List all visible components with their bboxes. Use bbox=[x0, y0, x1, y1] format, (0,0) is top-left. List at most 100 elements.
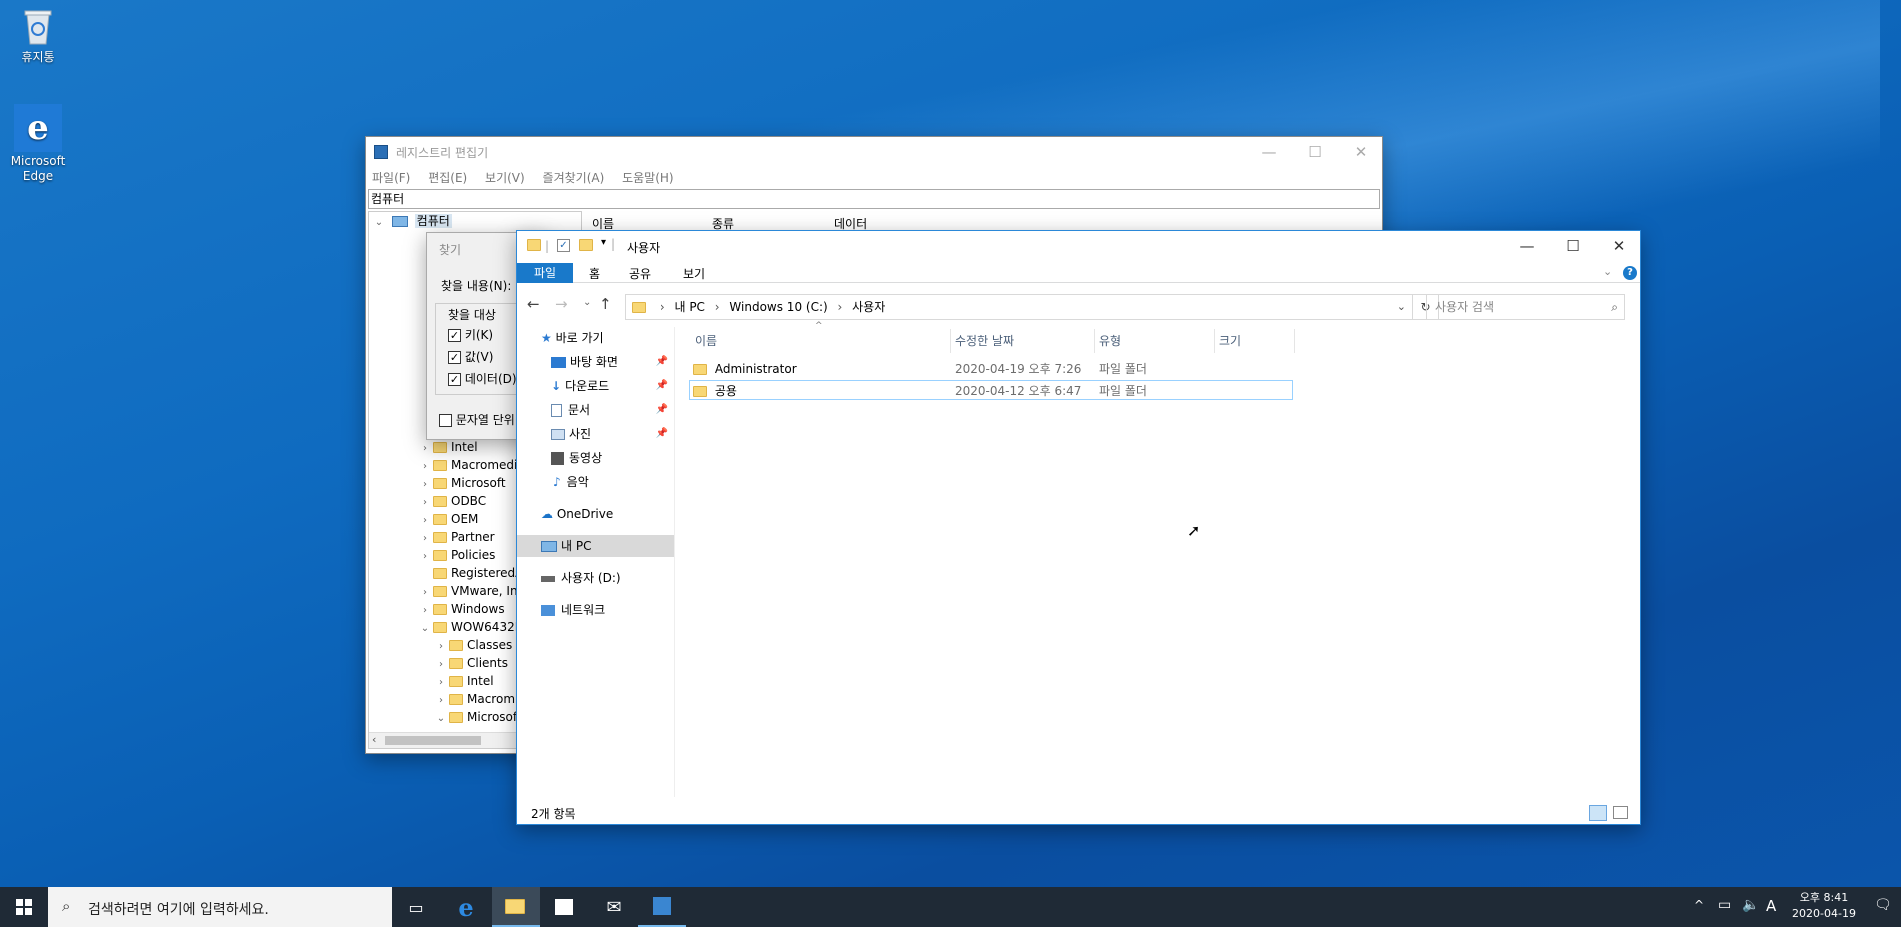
regedit-address-bar[interactable]: 컴퓨터 bbox=[368, 189, 1380, 209]
regedit-tree-root[interactable]: ⌄ 컴퓨터 bbox=[369, 212, 581, 230]
explorer-maximize-button[interactable]: ☐ bbox=[1550, 231, 1596, 261]
recycle-bin-icon bbox=[20, 6, 56, 46]
input-method-indicator[interactable]: A bbox=[1766, 897, 1776, 915]
address-dropdown-icon[interactable]: ⌄ bbox=[1397, 295, 1406, 319]
ribbon-tab-view[interactable]: 보기 bbox=[683, 265, 705, 282]
computer-icon bbox=[391, 216, 408, 227]
column-header-name[interactable]: 이름 bbox=[691, 329, 951, 353]
notification-icon[interactable]: 🗨 bbox=[1874, 897, 1892, 913]
navigation-bar: ← → ⌄ ↑ › 내 PC › Windows 10 (C:) › 사용자 ⌄… bbox=[517, 291, 1640, 321]
nav-music[interactable]: ♪ 음악 bbox=[517, 471, 674, 493]
nav-onedrive[interactable]: ☁ OneDrive bbox=[517, 503, 674, 525]
nav-drive-d[interactable]: 사용자 (D:) bbox=[517, 567, 674, 589]
regedit-close-button[interactable]: ✕ bbox=[1338, 137, 1384, 167]
scroll-left-icon[interactable]: ‹ bbox=[372, 733, 376, 746]
taskbar-search-box[interactable]: ⌕ 검색하려면 여기에 입력하세요. bbox=[48, 887, 392, 927]
tray-overflow-icon[interactable]: ^ bbox=[1694, 898, 1704, 912]
qat-dropdown-icon[interactable]: ▾ bbox=[601, 237, 606, 248]
folder-icon bbox=[449, 694, 463, 705]
desktop-icon-recycle-bin[interactable]: 휴지통 bbox=[0, 6, 76, 65]
explorer-minimize-button[interactable]: — bbox=[1504, 231, 1550, 261]
nav-quick-access[interactable]: ★ 바로 가기 bbox=[517, 327, 674, 349]
find-what-label: 찾을 내용(N): bbox=[441, 279, 512, 293]
option-values[interactable]: ✓ 값(V) bbox=[448, 348, 493, 365]
checkbox-checked-icon[interactable]: ✓ bbox=[448, 373, 461, 386]
regedit-maximize-button[interactable]: ☐ bbox=[1292, 137, 1338, 167]
ribbon-tab-share[interactable]: 공유 bbox=[629, 265, 651, 282]
forward-arrow-icon[interactable]: → bbox=[555, 295, 568, 313]
folder-icon bbox=[693, 364, 707, 375]
ribbon-expand-icon[interactable]: ⌄ bbox=[1603, 265, 1612, 278]
properties-check-icon[interactable]: ✓ bbox=[557, 239, 570, 252]
network-tray-icon[interactable]: ▭ bbox=[1718, 897, 1731, 913]
regedit-menu-file[interactable]: 파일(F) bbox=[372, 171, 410, 185]
nav-this-pc[interactable]: 내 PC bbox=[517, 535, 674, 557]
desktop-icon bbox=[551, 357, 566, 368]
up-arrow-icon[interactable]: ↑ bbox=[599, 295, 612, 313]
star-icon: ★ bbox=[541, 331, 552, 345]
regedit-minimize-button[interactable]: — bbox=[1246, 137, 1292, 167]
large-icons-view-icon[interactable] bbox=[1613, 806, 1628, 819]
regedit-menu-help[interactable]: 도움말(H) bbox=[622, 171, 674, 185]
network-icon bbox=[541, 605, 555, 616]
ribbon-tab-file[interactable]: 파일 bbox=[517, 263, 573, 283]
clock[interactable]: 오후 8:41 2020-04-19 bbox=[1788, 890, 1860, 922]
folder-icon bbox=[433, 550, 447, 561]
file-row[interactable]: 공용 2020-04-12 오후 6:47 파일 폴더 bbox=[689, 380, 1293, 400]
explorer-window[interactable]: | ✓ ▾ | 사용자 — ☐ ✕ 파일 홈 공유 보기 ⌄ ? ← → ⌄ ↑… bbox=[516, 230, 1641, 825]
breadcrumb-this-pc[interactable]: 내 PC bbox=[674, 300, 704, 314]
document-icon bbox=[551, 404, 562, 417]
regedit-title: 레지스트리 편집기 bbox=[396, 146, 489, 160]
nav-desktop[interactable]: 바탕 화면 📌 bbox=[517, 351, 674, 373]
desktop-icon-edge[interactable]: e Microsoft Edge bbox=[0, 104, 76, 184]
explorer-titlebar[interactable]: | ✓ ▾ | 사용자 — ☐ ✕ bbox=[517, 231, 1640, 261]
store-taskbar-icon[interactable] bbox=[540, 887, 588, 927]
nav-videos[interactable]: 동영상 bbox=[517, 447, 674, 469]
file-type: 파일 폴더 bbox=[1099, 384, 1147, 398]
option-data[interactable]: ✓ 데이터(D) bbox=[448, 370, 517, 387]
folder-icon bbox=[433, 532, 447, 543]
task-view-icon[interactable]: ▭ bbox=[392, 887, 440, 927]
scrollbar-thumb[interactable] bbox=[385, 736, 481, 745]
explorer-close-button[interactable]: ✕ bbox=[1596, 231, 1642, 261]
nav-downloads[interactable]: ↓ 다운로드 📌 bbox=[517, 375, 674, 397]
breadcrumb-drive-c[interactable]: Windows 10 (C:) bbox=[729, 300, 827, 314]
regedit-menu-view[interactable]: 보기(V) bbox=[485, 171, 525, 185]
checkbox-checked-icon[interactable]: ✓ bbox=[448, 329, 461, 342]
column-header-size[interactable]: 크기 bbox=[1215, 329, 1295, 353]
file-explorer-taskbar-icon[interactable] bbox=[492, 887, 540, 927]
regedit-menu-favorites[interactable]: 즐겨찾기(A) bbox=[543, 171, 605, 185]
option-keys[interactable]: ✓ 키(K) bbox=[448, 326, 493, 343]
new-folder-icon[interactable] bbox=[579, 239, 593, 251]
column-header-type[interactable]: 유형 bbox=[1095, 329, 1215, 353]
details-view-icon[interactable] bbox=[1589, 805, 1607, 821]
nav-pictures[interactable]: 사진 📌 bbox=[517, 423, 674, 445]
column-header-modified[interactable]: 수정한 날짜 bbox=[951, 329, 1095, 353]
recent-locations-icon[interactable]: ⌄ bbox=[583, 297, 591, 308]
nav-documents[interactable]: 문서 📌 bbox=[517, 399, 674, 421]
file-list[interactable]: ^ 이름 수정한 날짜 유형 크기 Administrator 2020-04-… bbox=[689, 321, 1631, 799]
help-icon[interactable]: ? bbox=[1623, 266, 1637, 280]
windows-start-icon[interactable] bbox=[0, 887, 48, 927]
edge-icon: e bbox=[14, 104, 62, 152]
checkbox-icon[interactable] bbox=[439, 414, 452, 427]
regedit-taskbar-icon[interactable] bbox=[638, 887, 686, 927]
back-arrow-icon[interactable]: ← bbox=[527, 295, 540, 313]
pictures-icon bbox=[551, 429, 565, 440]
folder-icon bbox=[433, 478, 447, 489]
search-icon: ⌕ bbox=[62, 897, 71, 915]
nav-network[interactable]: 네트워크 bbox=[517, 599, 674, 621]
regedit-titlebar[interactable]: 레지스트리 편집기 — ☐ ✕ bbox=[366, 137, 1382, 167]
edge-taskbar-icon[interactable]: e bbox=[442, 887, 490, 927]
checkbox-checked-icon[interactable]: ✓ bbox=[448, 351, 461, 364]
regedit-menu-edit[interactable]: 편집(E) bbox=[428, 171, 467, 185]
folder-icon bbox=[433, 568, 447, 579]
volume-icon[interactable]: 🔈 bbox=[1742, 897, 1759, 913]
option-whole-string[interactable]: 문자열 단위 bbox=[439, 411, 515, 428]
mail-taskbar-icon[interactable]: ✉ bbox=[590, 887, 638, 927]
search-input[interactable]: 사용자 검색 ⌕ bbox=[1426, 294, 1625, 320]
file-row[interactable]: Administrator 2020-04-19 오후 7:26 파일 폴더 bbox=[691, 359, 1291, 379]
breadcrumb-users[interactable]: 사용자 bbox=[852, 300, 885, 314]
breadcrumb[interactable]: › 내 PC › Windows 10 (C:) › 사용자 ⌄ bbox=[625, 294, 1413, 320]
ribbon-tab-home[interactable]: 홈 bbox=[589, 265, 600, 282]
